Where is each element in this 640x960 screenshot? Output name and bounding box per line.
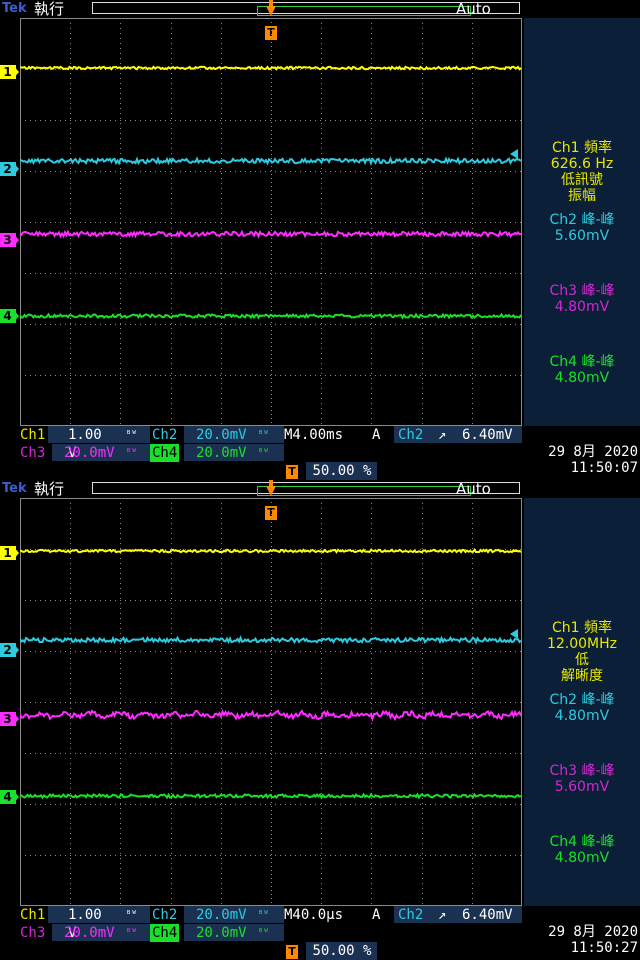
ch2-marker[interactable]: 2 (0, 162, 19, 176)
trigger-source[interactable]: Ch2 (398, 426, 423, 444)
ch3-waveform (20, 229, 522, 239)
ch3-scale[interactable]: 20.0mV (64, 444, 115, 462)
measurement-ch1: Ch1 頻率 626.6 Hz 低訊號 振幅 (550, 140, 614, 204)
ch2-waveform (20, 635, 522, 645)
ch4-waveform (20, 792, 522, 800)
bw-limit-icon: ᴮᵂ (258, 928, 269, 938)
measurement-ch4: Ch4 峰-峰 4.80mV (549, 834, 615, 866)
bw-limit-icon: ᴮᵂ (126, 928, 137, 938)
measurement-ch1: Ch1 頻率 12.00MHz 低 解晰度 (546, 620, 618, 684)
ch2-label[interactable]: Ch2 (150, 906, 179, 924)
trigger-position[interactable]: T 50.00 % (286, 462, 378, 480)
measurement-ch4: Ch4 峰-峰 4.80mV (549, 354, 615, 386)
ch4-scale[interactable]: 20.0mV (196, 444, 247, 462)
bw-limit-icon: ᴮᵂ (126, 910, 137, 920)
trigger-level[interactable]: 6.40mV (462, 426, 513, 444)
ch3-marker[interactable]: 3 (0, 712, 19, 726)
ch4-label[interactable]: Ch4 (150, 924, 180, 942)
header-bar: Tek 執行 Auto (0, 0, 640, 18)
timebase[interactable]: M40.0µs (284, 906, 343, 924)
ch1-waveform (20, 65, 522, 71)
ch4-marker[interactable]: 4 (0, 309, 19, 323)
waveform-graticule (20, 498, 522, 906)
trigger-arrow-icon (266, 486, 276, 496)
brand-logo: Tek (2, 1, 27, 16)
scope-capture-2: Tek 執行 Auto T 1 2 3 4 Ch1 頻率 12.00MHz 低 … (0, 480, 640, 960)
ch3-marker[interactable]: 3 (0, 233, 19, 247)
ch1-marker[interactable]: 1 (0, 546, 19, 560)
scope-capture-1: Tek 執行 Auto T 1 2 3 4 Ch1 頻率 626.6 Hz 低訊… (0, 0, 640, 480)
measurement-ch2: Ch2 峰-峰 5.60mV (549, 212, 615, 244)
ch1-marker[interactable]: 1 (0, 65, 19, 79)
capture-date: 29 8月 2020 (548, 924, 638, 940)
ch2-marker[interactable]: 2 (0, 643, 19, 657)
ch1-scale[interactable]: 1.00 V (68, 426, 102, 461)
bw-limit-icon: ᴮᵂ (258, 910, 269, 920)
trigger-arrow-icon (266, 6, 276, 16)
status-bar: Ch1 1.00 V ᴮᵂ Ch2 20.0mV ᴮᵂ M4.00ms A Ch… (0, 426, 640, 480)
grid-lines (20, 18, 522, 426)
brand-logo: Tek (2, 481, 27, 496)
ch3-label[interactable]: Ch3 (18, 444, 47, 462)
capture-datetime: 29 8月 2020 11:50:27 (538, 924, 638, 956)
ch2-scale[interactable]: 20.0mV (196, 906, 247, 924)
measurement-ch3: Ch3 峰-峰 4.80mV (549, 283, 615, 315)
trigger-mode[interactable]: Auto (456, 480, 491, 498)
waveform-graticule (20, 18, 522, 426)
bw-limit-icon: ᴮᵂ (126, 448, 137, 458)
timebase[interactable]: M4.00ms (284, 426, 343, 444)
record-view-window (257, 6, 471, 16)
bw-limit-icon: ᴮᵂ (126, 430, 137, 440)
ch1-waveform (20, 548, 522, 554)
run-state[interactable]: 執行 (34, 480, 64, 498)
trigger-t-icon: T (286, 945, 298, 959)
trigger-prefix: A (372, 427, 381, 443)
capture-datetime: 29 8月 2020 11:50:07 (538, 444, 638, 476)
trigger-slope-icon: ↗ (438, 427, 447, 443)
ch2-scale[interactable]: 20.0mV (196, 426, 247, 444)
measurement-ch2: Ch2 峰-峰 4.80mV (549, 692, 615, 724)
record-view-window (257, 486, 471, 496)
ch3-label[interactable]: Ch3 (18, 924, 47, 942)
ch3-scale[interactable]: 20.0mV (64, 924, 115, 942)
ch2-label[interactable]: Ch2 (150, 426, 179, 444)
ch4-waveform (20, 312, 522, 320)
trigger-slope-icon: ↗ (438, 907, 447, 923)
header-bar: Tek 執行 Auto (0, 480, 640, 498)
capture-time: 11:50:07 (570, 460, 638, 476)
trigger-level[interactable]: 6.40mV (462, 906, 513, 924)
trigger-level-marker[interactable] (510, 149, 518, 159)
trigger-level-marker[interactable] (510, 629, 518, 639)
status-bar: Ch1 1.00 V ᴮᵂ Ch2 20.0mV ᴮᵂ M40.0µs A Ch… (0, 906, 640, 960)
capture-time: 11:50:27 (570, 940, 638, 956)
ch1-scale[interactable]: 1.00 V (68, 906, 102, 941)
trigger-mode[interactable]: Auto (456, 0, 491, 18)
ch4-label[interactable]: Ch4 (150, 444, 180, 462)
trigger-position[interactable]: T 50.00 % (286, 942, 378, 960)
run-state[interactable]: 執行 (34, 0, 64, 18)
ch3-waveform (20, 709, 522, 723)
ch1-label[interactable]: Ch1 (18, 426, 47, 444)
trigger-prefix: A (372, 907, 381, 923)
ch4-marker[interactable]: 4 (0, 790, 19, 804)
ch2-waveform (20, 156, 522, 166)
bw-limit-icon: ᴮᵂ (258, 430, 269, 440)
trigger-source[interactable]: Ch2 (398, 906, 423, 924)
grid-lines (20, 498, 522, 906)
ch4-scale[interactable]: 20.0mV (196, 924, 247, 942)
capture-date: 29 8月 2020 (548, 444, 638, 460)
bw-limit-icon: ᴮᵂ (258, 448, 269, 458)
trigger-t-icon: T (286, 465, 298, 479)
ch1-label[interactable]: Ch1 (18, 906, 47, 924)
measurement-ch3: Ch3 峰-峰 5.60mV (549, 763, 615, 795)
